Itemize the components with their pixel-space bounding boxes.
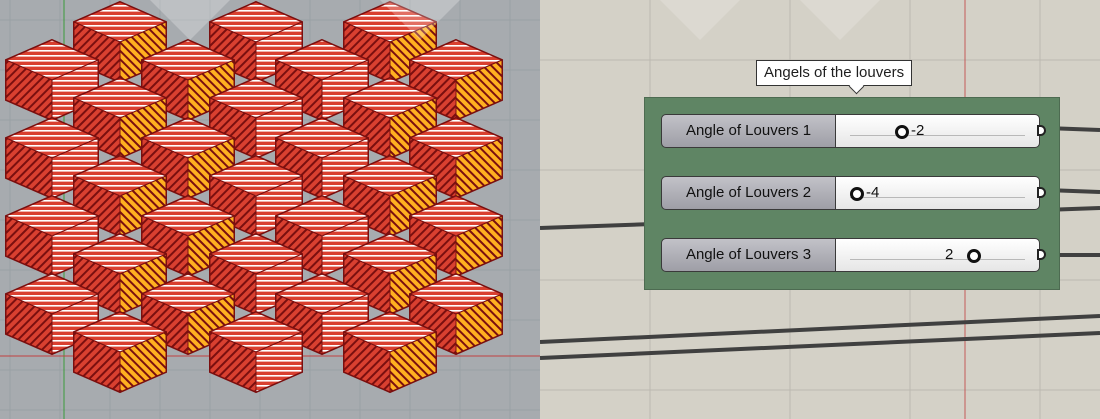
slider-track[interactable]: 2 [836,238,1040,272]
slider-angle-of-louvers-3[interactable]: Angle of Louvers 3 2 [661,238,1046,272]
slider-value: 2 [945,246,954,263]
slider-value: -2 [911,122,925,139]
viewport-drawing [0,0,540,419]
slider-track[interactable]: -4 [836,176,1040,210]
slider-name[interactable]: Angle of Louvers 1 [661,114,836,148]
slider-angle-of-louvers-2[interactable]: Angle of Louvers 2 -4 [661,176,1046,210]
rhino-viewport[interactable] [0,0,540,419]
slider-track[interactable]: -2 [836,114,1040,148]
slider-knob[interactable] [850,187,864,201]
slider-rail [850,251,1025,260]
slider-rail [850,127,1025,136]
slider-knob[interactable] [895,125,909,139]
slider-name[interactable]: Angle of Louvers 3 [661,238,836,272]
slider-value: -4 [866,184,880,201]
group-label[interactable]: Angels of the louvers [756,60,913,86]
grasshopper-canvas[interactable]: Angels of the louvers Angle of Louvers 1… [540,0,1100,419]
slider-name[interactable]: Angle of Louvers 2 [661,176,836,210]
slider-angle-of-louvers-1[interactable]: Angle of Louvers 1 -2 [661,114,1046,148]
slider-knob[interactable] [967,249,981,263]
